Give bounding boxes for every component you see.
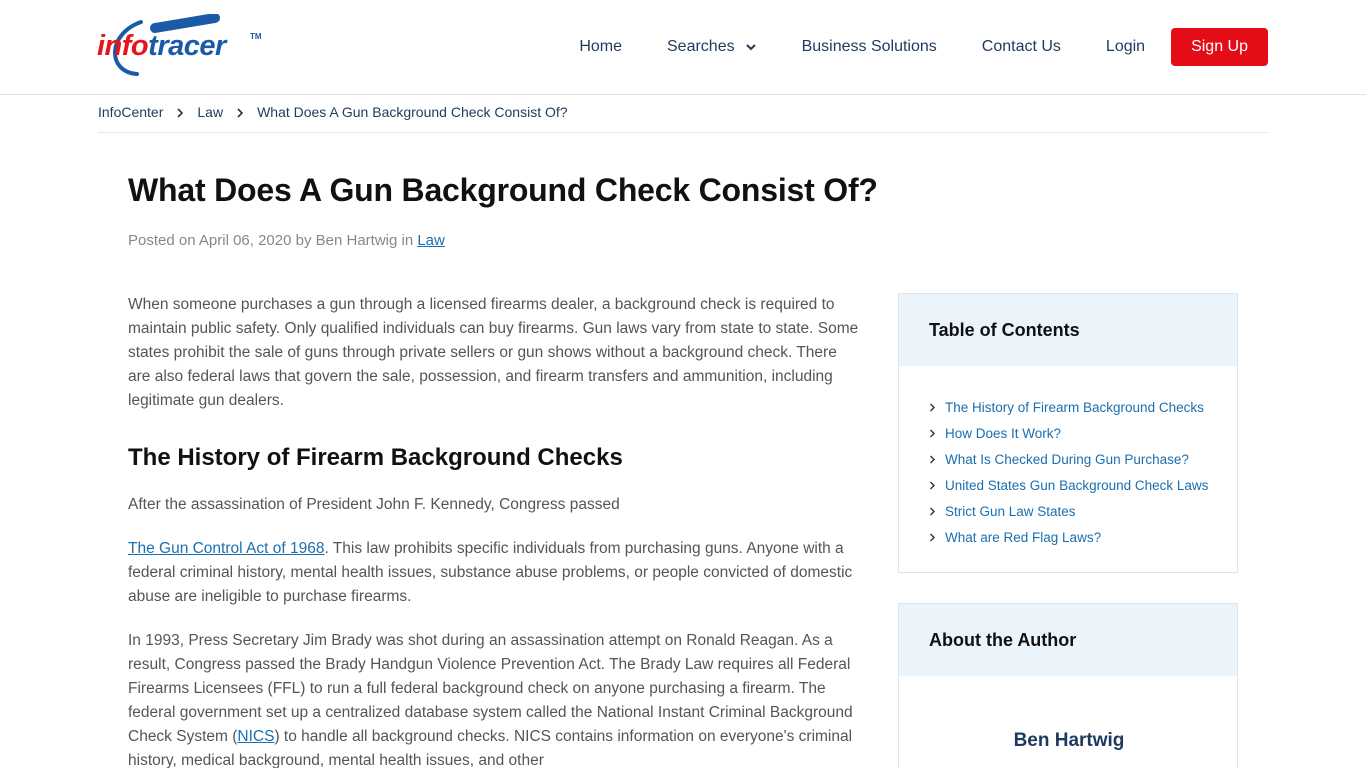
chevron-right-icon xyxy=(175,105,185,121)
author-panel-title: About the Author xyxy=(899,604,1237,676)
toc-item-label: United States Gun Background Check Laws xyxy=(945,477,1209,493)
post-meta-text: Posted on April 06, 2020 by Ben Hartwig … xyxy=(128,232,418,249)
infotracer-logo[interactable]: infotracer TM xyxy=(97,14,267,80)
section-heading: The History of Firearm Background Checks xyxy=(128,444,623,471)
breadcrumb: InfoCenter Law What Does A Gun Backgroun… xyxy=(98,104,1268,133)
paragraph: After the assassination of President Joh… xyxy=(128,496,620,513)
main-nav: Home Searches Business Solutions Contact… xyxy=(579,28,1268,66)
gun-control-act-link[interactable]: The Gun Control Act of 1968 xyxy=(128,540,324,557)
toc-title: Table of Contents xyxy=(899,294,1237,366)
about-the-author: About the Author Ben Hartwig xyxy=(898,603,1238,768)
logo-trademark: TM xyxy=(250,32,262,41)
toc-item-label: Strict Gun Law States xyxy=(945,503,1076,519)
nics-link[interactable]: NICS xyxy=(237,728,274,745)
toc-item-label: How Does It Work? xyxy=(945,425,1062,441)
chevron-right-icon xyxy=(930,507,935,515)
category-link[interactable]: Law xyxy=(417,232,445,249)
chevron-right-icon xyxy=(930,455,935,463)
chevron-right-icon xyxy=(930,429,935,437)
article-body: When someone purchases a gun through a l… xyxy=(128,293,863,768)
toc-item-label: What Is Checked During Gun Purchase? xyxy=(945,451,1189,467)
nav-searches[interactable]: Searches xyxy=(667,38,757,56)
toc-item[interactable]: How Does It Work? xyxy=(929,420,1237,446)
chevron-right-icon xyxy=(235,105,245,121)
logo-info-text: info xyxy=(97,30,149,62)
toc-item[interactable]: The History of Firearm Background Checks xyxy=(929,394,1237,420)
chevron-down-icon xyxy=(745,44,756,51)
chevron-right-icon xyxy=(930,481,935,489)
nav-contact-us[interactable]: Contact Us xyxy=(982,38,1061,56)
intro-paragraph: When someone purchases a gun through a l… xyxy=(128,296,859,409)
toc-item[interactable]: Strict Gun Law States xyxy=(929,498,1237,524)
table-of-contents: Table of Contents The History of Firearm… xyxy=(898,293,1238,573)
nav-searches-label: Searches xyxy=(667,38,735,55)
breadcrumb-current-page[interactable]: What Does A Gun Background Check Consist… xyxy=(257,104,568,120)
paragraph: In 1993, Press Secretary Jim Brady was s… xyxy=(128,629,863,768)
toc-item-label: What are Red Flag Laws? xyxy=(945,529,1102,545)
page-title: What Does A Gun Background Check Consist… xyxy=(128,172,878,208)
sign-up-button[interactable]: Sign Up xyxy=(1171,28,1268,66)
site-header: infotracer TM Home Searches Business Sol… xyxy=(0,0,1366,95)
breadcrumb-law[interactable]: Law xyxy=(197,104,223,120)
author-name[interactable]: Ben Hartwig xyxy=(899,730,1239,752)
post-meta: Posted on April 06, 2020 by Ben Hartwig … xyxy=(128,232,445,249)
toc-item[interactable]: United States Gun Background Check Laws xyxy=(929,472,1237,498)
toc-list: The History of Firearm Background Checks… xyxy=(899,366,1237,550)
toc-item-label: The History of Firearm Background Checks xyxy=(945,399,1204,415)
toc-item[interactable]: What Is Checked During Gun Purchase? xyxy=(929,446,1237,472)
logo-tracer-text: tracer xyxy=(148,30,226,62)
nav-home[interactable]: Home xyxy=(579,38,622,56)
breadcrumb-infocenter[interactable]: InfoCenter xyxy=(98,104,163,120)
logo-wordmark: infotracer xyxy=(97,30,226,63)
chevron-right-icon xyxy=(930,533,935,541)
paragraph: The Gun Control Act of 1968. This law pr… xyxy=(128,537,863,609)
nav-business-solutions[interactable]: Business Solutions xyxy=(802,38,937,56)
nav-login[interactable]: Login xyxy=(1106,38,1145,56)
toc-item[interactable]: What are Red Flag Laws? xyxy=(929,524,1237,550)
chevron-right-icon xyxy=(930,403,935,411)
